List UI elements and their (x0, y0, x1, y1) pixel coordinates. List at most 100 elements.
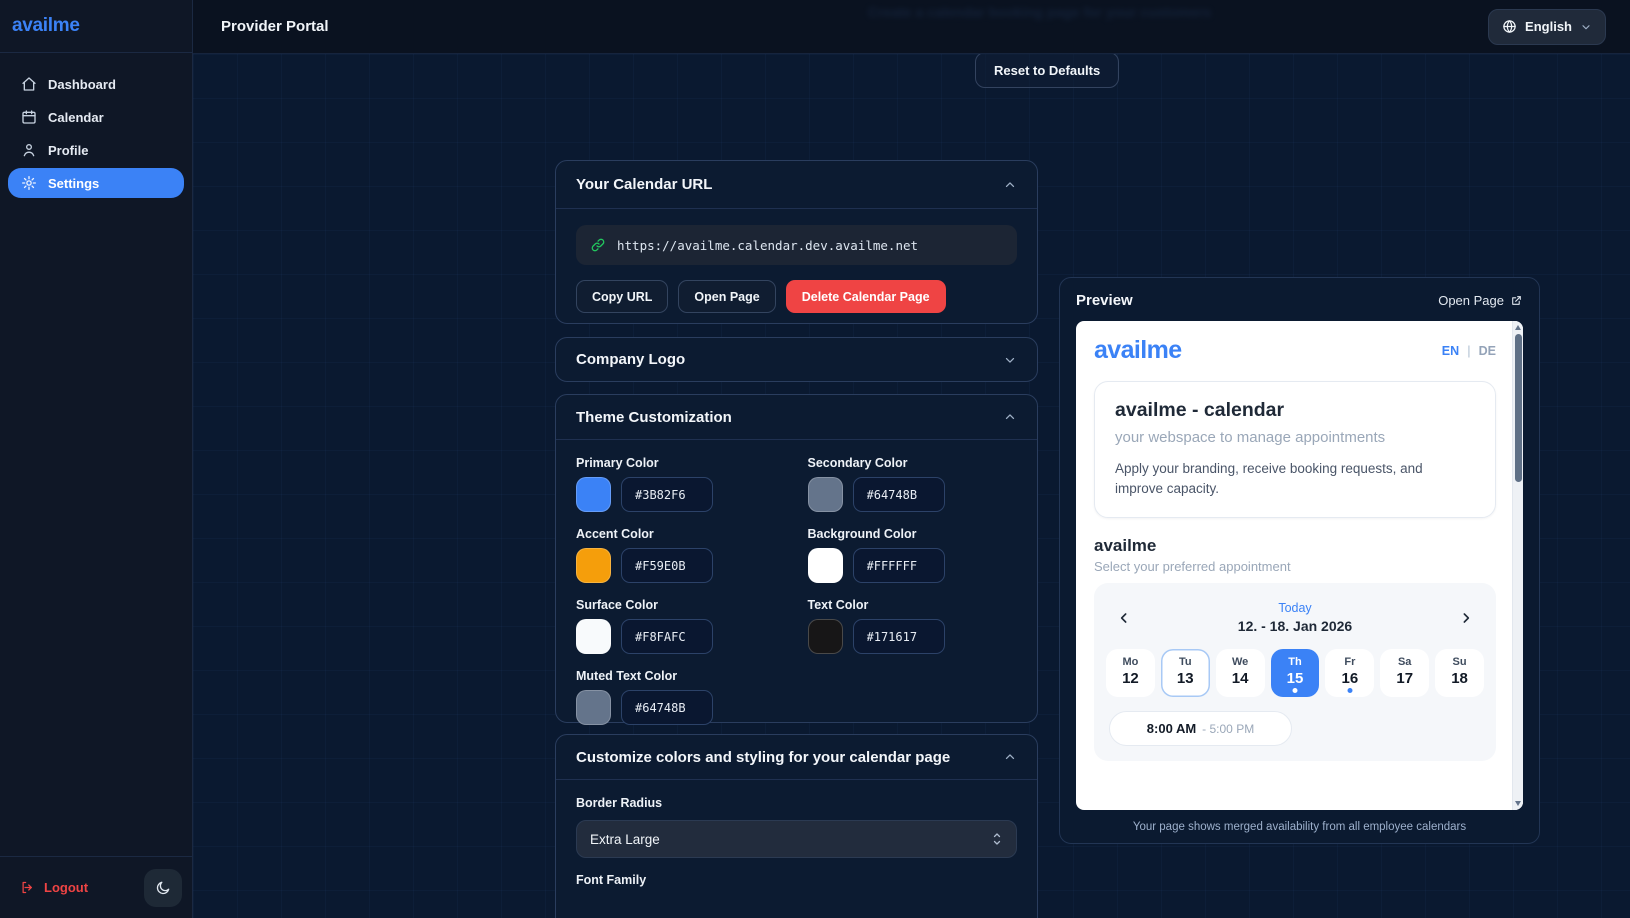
day-cell-sa[interactable]: Sa 17 (1380, 649, 1429, 697)
company-logo-header[interactable]: Company Logo (556, 338, 1037, 381)
field-label: Primary Color (576, 456, 786, 470)
day-name: Tu (1161, 656, 1210, 668)
scrollbar-up-arrow[interactable] (1515, 325, 1521, 330)
field-label: Accent Color (576, 527, 786, 541)
chevron-up-icon (1003, 178, 1017, 192)
preview-frame: availme EN | DE availme - calendar your … (1076, 321, 1523, 810)
chevron-right-icon[interactable] (1458, 610, 1474, 626)
sidebar-item-label: Calendar (48, 110, 104, 125)
day-number: 17 (1380, 670, 1429, 687)
theme-customization-card: Theme Customization Primary Color Second… (555, 394, 1038, 723)
color-swatch[interactable] (808, 619, 843, 654)
color-field-muted-text: Muted Text Color (576, 669, 786, 725)
preview-header: Preview Open Page (1076, 292, 1523, 309)
hex-input[interactable] (853, 619, 945, 654)
slot-end-time: - 5:00 PM (1202, 722, 1254, 736)
company-logo-card: Company Logo (555, 337, 1038, 382)
preview-lang-de[interactable]: DE (1479, 344, 1496, 358)
font-family-label: Font Family (576, 873, 1017, 887)
preview-lang-en[interactable]: EN (1442, 344, 1459, 358)
color-swatch[interactable] (808, 548, 843, 583)
calendar-url-display[interactable]: https://availme.calendar.dev.availme.net (576, 225, 1017, 265)
hex-input[interactable] (621, 619, 713, 654)
dark-mode-toggle[interactable] (144, 869, 182, 907)
day-cell-mo[interactable]: Mo 12 (1106, 649, 1155, 697)
scrollbar-thumb[interactable] (1515, 334, 1522, 482)
today-link[interactable]: Today (1238, 601, 1352, 615)
gear-icon (21, 175, 37, 191)
day-number: 14 (1216, 670, 1265, 687)
hex-input[interactable] (853, 477, 945, 512)
sidebar-item-label: Dashboard (48, 77, 116, 92)
hex-input[interactable] (621, 690, 713, 725)
sidebar-item-calendar[interactable]: Calendar (8, 102, 184, 132)
logout-label: Logout (44, 880, 88, 895)
preview-section-subtitle: Select your preferred appointment (1094, 559, 1496, 574)
week-nav-center: Today 12. - 18. Jan 2026 (1238, 601, 1352, 634)
styling-header[interactable]: Customize colors and styling for your ca… (556, 735, 1037, 780)
border-radius-value: Extra Large (590, 832, 660, 847)
calendar-icon (21, 109, 37, 125)
logo-row: availme (0, 0, 192, 53)
scrollbar-down-arrow[interactable] (1515, 801, 1521, 806)
color-swatch[interactable] (808, 477, 843, 512)
link-icon (590, 237, 606, 253)
field-label: Background Color (808, 527, 1018, 541)
day-name: Mo (1106, 656, 1155, 668)
day-cell-we[interactable]: We 14 (1216, 649, 1265, 697)
topbar: Provider Portal Create a calendar bookin… (193, 0, 1630, 54)
chevron-down-icon (1580, 21, 1592, 33)
day-cell-fr[interactable]: Fr 16 (1325, 649, 1374, 697)
language-selector[interactable]: English (1488, 9, 1606, 45)
preview-brand-logo: availme (1094, 336, 1182, 365)
color-swatch[interactable] (576, 548, 611, 583)
sidebar-item-label: Settings (48, 176, 99, 191)
day-cell-tu[interactable]: Tu 13 (1161, 649, 1210, 697)
day-number: 18 (1435, 670, 1484, 687)
chevron-up-icon (1003, 410, 1017, 424)
slot-start-time: 8:00 AM (1147, 721, 1196, 736)
color-field-primary: Primary Color (576, 456, 786, 512)
theme-customization-header[interactable]: Theme Customization (556, 395, 1037, 440)
chevron-left-icon[interactable] (1116, 610, 1132, 626)
preview-open-page-link[interactable]: Open Page (1438, 293, 1523, 308)
border-radius-select[interactable]: Extra Large (576, 820, 1017, 858)
color-swatch[interactable] (576, 619, 611, 654)
styling-body: Border Radius Extra Large Font Family (556, 780, 1037, 905)
hex-input[interactable] (621, 477, 713, 512)
calendar-url-header[interactable]: Your Calendar URL (556, 161, 1037, 209)
logout-icon (20, 880, 35, 895)
day-cell-th-selected[interactable]: Th 15 (1271, 649, 1320, 697)
open-page-button[interactable]: Open Page (678, 280, 775, 313)
day-cell-su[interactable]: Su 18 (1435, 649, 1484, 697)
logout-button[interactable]: Logout (20, 880, 88, 895)
preview-frame-topbar: availme EN | DE (1094, 336, 1496, 365)
theme-fields-grid: Primary Color Secondary Color Accent Col… (556, 440, 1037, 743)
copy-url-button[interactable]: Copy URL (576, 280, 668, 313)
calendar-url-card: Your Calendar URL https://availme.calend… (555, 160, 1038, 324)
home-icon (21, 76, 37, 92)
hex-input[interactable] (621, 548, 713, 583)
color-swatch[interactable] (576, 690, 611, 725)
reset-to-defaults-button[interactable]: Reset to Defaults (975, 52, 1119, 88)
preview-scrollbar[interactable] (1512, 321, 1523, 810)
open-page-label: Open Page (1438, 293, 1504, 308)
preview-section-title: availme (1094, 536, 1496, 556)
hex-input[interactable] (853, 548, 945, 583)
color-field-text: Text Color (808, 598, 1018, 654)
sidebar: availme Dashboard Calendar Profile (0, 0, 193, 918)
field-label: Text Color (808, 598, 1018, 612)
chevron-down-icon (1003, 353, 1017, 367)
sidebar-item-profile[interactable]: Profile (8, 135, 184, 165)
sidebar-item-dashboard[interactable]: Dashboard (8, 69, 184, 99)
border-radius-label: Border Radius (576, 796, 1017, 810)
sidebar-item-settings[interactable]: Settings (8, 168, 184, 198)
color-swatch[interactable] (576, 477, 611, 512)
delete-calendar-page-button[interactable]: Delete Calendar Page (786, 280, 946, 313)
day-number: 15 (1271, 670, 1320, 687)
time-slot-pill[interactable]: 8:00 AM - 5:00 PM (1109, 711, 1292, 746)
language-label: English (1525, 19, 1572, 34)
day-number: 13 (1161, 670, 1210, 687)
field-label: Secondary Color (808, 456, 1018, 470)
user-icon (21, 142, 37, 158)
